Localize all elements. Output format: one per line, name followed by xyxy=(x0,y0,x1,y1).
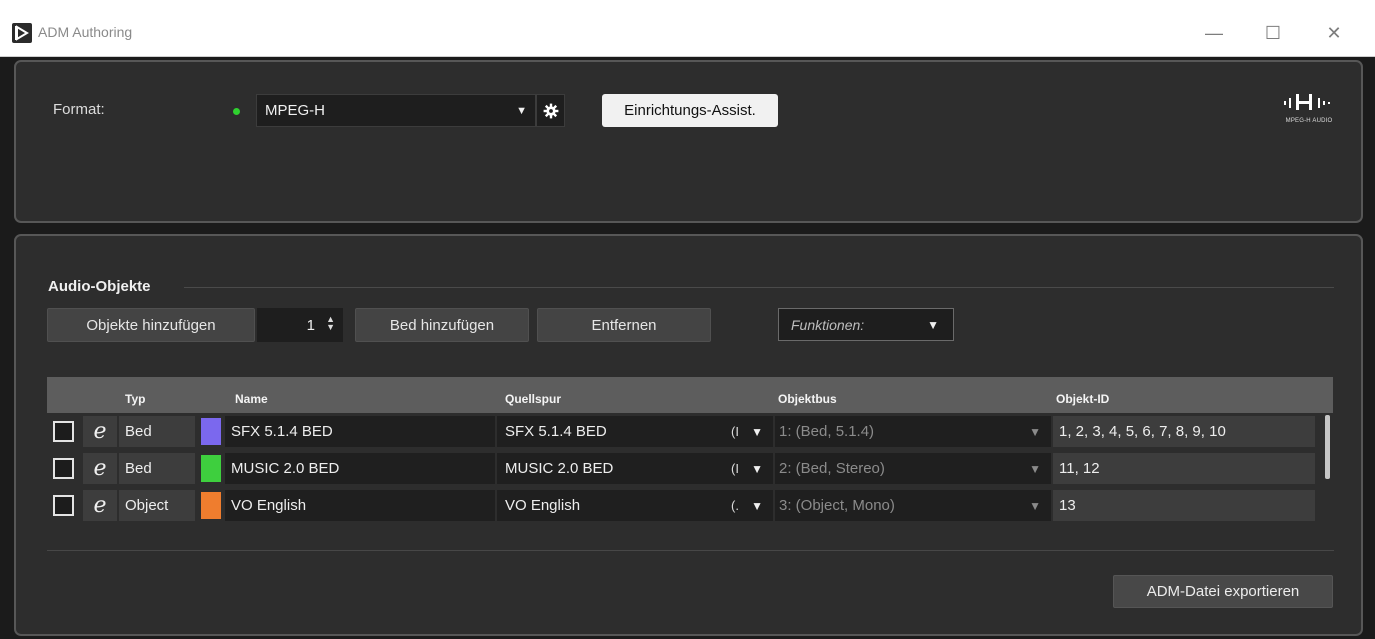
section-divider xyxy=(184,287,1334,288)
row-name-field[interactable]: SFX 5.1.4 BED xyxy=(225,416,495,447)
row-checkbox[interactable] xyxy=(53,421,74,442)
chevron-down-icon: ▼ xyxy=(1029,461,1041,476)
row-source: VO English xyxy=(505,497,581,514)
row-name-field[interactable]: MUSIC 2.0 BED xyxy=(225,453,495,484)
export-adm-button[interactable]: ADM-Datei exportieren xyxy=(1113,575,1333,608)
row-type: Bed xyxy=(119,416,195,447)
row-object-id: 1, 2, 3, 4, 5, 6, 7, 8, 9, 10 xyxy=(1053,416,1315,447)
format-select[interactable]: MPEG-H ▼ xyxy=(256,94,536,127)
table-row: e Bed SFX 5.1.4 BED SFX 5.1.4 BED (I ▼ 1… xyxy=(47,413,1321,450)
mpeg-h-logo: MPEG-H AUDIO xyxy=(1281,92,1337,124)
row-name: VO English xyxy=(231,497,307,514)
row-source-suffix: (I xyxy=(731,461,739,476)
row-object-id: 13 xyxy=(1053,490,1315,521)
add-bed-button[interactable]: Bed hinzufügen xyxy=(355,308,529,342)
logo-text: MPEG-H AUDIO xyxy=(1285,118,1333,124)
column-header-object-id: Objekt-ID xyxy=(1056,392,1110,406)
edit-icon[interactable]: e xyxy=(83,490,117,521)
format-label: Format: xyxy=(53,101,105,118)
color-swatch[interactable] xyxy=(201,418,221,445)
format-panel: Format: MPEG-H ▼ Einrichtungs-Assist. MP… xyxy=(14,60,1363,223)
table-scrollbar[interactable] xyxy=(1325,415,1330,479)
edit-icon[interactable]: e xyxy=(83,416,117,447)
column-header-source: Quellspur xyxy=(505,392,562,406)
objects-count-stepper[interactable]: 1 ▲ ▼ xyxy=(257,308,343,342)
functions-placeholder: Funktionen: xyxy=(791,316,865,333)
minimize-button[interactable]: — xyxy=(1194,18,1234,48)
chevron-down-icon: ▼ xyxy=(516,104,527,117)
close-button[interactable]: ✕ xyxy=(1314,18,1354,48)
row-object-id: 11, 12 xyxy=(1053,453,1315,484)
row-bus: 2: (Bed, Stereo) xyxy=(779,460,885,477)
format-select-value: MPEG-H xyxy=(265,102,325,119)
row-name: MUSIC 2.0 BED xyxy=(231,460,340,477)
row-source-select[interactable]: SFX 5.1.4 BED (I ▼ xyxy=(497,416,773,447)
column-header-bus: Objektbus xyxy=(778,392,837,406)
row-bus: 1: (Bed, 5.1.4) xyxy=(779,423,875,440)
column-header-type: Typ xyxy=(125,392,146,406)
row-bus-select[interactable]: 1: (Bed, 5.1.4) ▼ xyxy=(775,416,1051,447)
gear-icon xyxy=(543,103,558,118)
row-name: SFX 5.1.4 BED xyxy=(231,423,333,440)
color-swatch[interactable] xyxy=(201,455,221,482)
chevron-down-icon: ▼ xyxy=(927,317,939,332)
chevron-down-icon: ▼ xyxy=(1029,498,1041,513)
setup-assistant-button[interactable]: Einrichtungs-Assist. xyxy=(602,94,778,127)
mpeg-h-logo-icon xyxy=(1284,94,1330,110)
footer-divider xyxy=(47,550,1334,551)
column-header-name: Name xyxy=(235,392,268,406)
minimize-icon: — xyxy=(1205,22,1223,43)
chevron-down-icon: ▼ xyxy=(751,498,763,513)
chevron-down-icon: ▼ xyxy=(1029,424,1041,439)
table-row: e Object VO English VO English (. ▼ 3: (… xyxy=(47,487,1321,524)
row-checkbox[interactable] xyxy=(53,458,74,479)
chevron-down-icon: ▼ xyxy=(751,424,763,439)
color-swatch[interactable] xyxy=(201,492,221,519)
add-objects-label: Objekte hinzufügen xyxy=(86,316,216,334)
app-icon xyxy=(12,23,32,43)
row-bus-select[interactable]: 3: (Object, Mono) ▼ xyxy=(775,490,1051,521)
stepper-arrows-icon[interactable]: ▲ ▼ xyxy=(326,315,335,332)
row-bus: 3: (Object, Mono) xyxy=(779,497,895,514)
objects-count-value: 1 xyxy=(306,316,315,334)
row-source: SFX 5.1.4 BED xyxy=(505,423,607,440)
chevron-down-icon: ▼ xyxy=(751,461,763,476)
remove-button[interactable]: Entfernen xyxy=(537,308,711,342)
row-source-select[interactable]: VO English (. ▼ xyxy=(497,490,773,521)
row-name-field[interactable]: VO English xyxy=(225,490,495,521)
audio-objects-panel: Audio-Objekte Objekte hinzufügen 1 ▲ ▼ Be… xyxy=(14,234,1363,636)
edit-icon[interactable]: e xyxy=(83,453,117,484)
row-source: MUSIC 2.0 BED xyxy=(505,460,614,477)
title-bar: ADM Authoring — ☐ ✕ xyxy=(0,0,1375,57)
row-bus-select[interactable]: 2: (Bed, Stereo) ▼ xyxy=(775,453,1051,484)
functions-dropdown[interactable]: Funktionen: ▼ xyxy=(778,308,954,341)
format-settings-button[interactable] xyxy=(536,94,565,127)
window-title: ADM Authoring xyxy=(38,24,133,40)
close-icon: ✕ xyxy=(1326,22,1342,43)
row-type: Bed xyxy=(119,453,195,484)
maximize-button[interactable]: ☐ xyxy=(1253,18,1293,48)
add-objects-button[interactable]: Objekte hinzufügen xyxy=(47,308,255,342)
row-source-select[interactable]: MUSIC 2.0 BED (I ▼ xyxy=(497,453,773,484)
row-checkbox[interactable] xyxy=(53,495,74,516)
row-type: Object xyxy=(119,490,195,521)
row-source-suffix: (. xyxy=(731,498,739,513)
status-indicator-icon xyxy=(233,108,240,115)
table-header: Typ Name Quellspur Objektbus Objekt-ID xyxy=(47,377,1333,413)
table-row: e Bed MUSIC 2.0 BED MUSIC 2.0 BED (I ▼ 2… xyxy=(47,450,1321,487)
section-title: Audio-Objekte xyxy=(48,278,151,295)
maximize-icon: ☐ xyxy=(1264,22,1282,43)
row-source-suffix: (I xyxy=(731,424,739,439)
